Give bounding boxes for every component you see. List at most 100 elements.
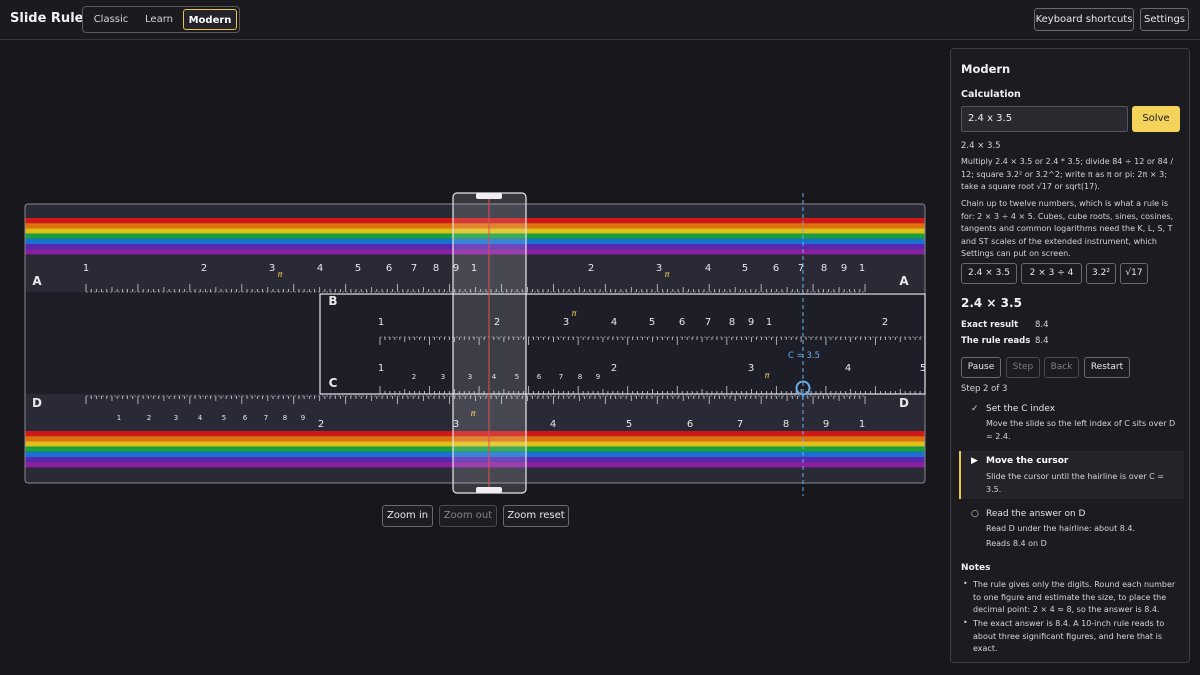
d-scale-label: 9 [823,419,829,430]
exact-result-label: Exact result [961,320,1019,330]
c-scale-label: 2 [611,363,617,374]
step-3-title: Read the answer on D [986,509,1086,519]
pi-mark: π [665,270,670,279]
d-scale-small-label: 7 [264,414,268,422]
c-scale-label: 3 [748,363,754,374]
example-button-multiply[interactable]: 2.4 × 3.5 [961,263,1017,284]
pi-mark: π [278,270,283,279]
result-title: 2.4 × 3.5 [961,296,1022,310]
slide-rule-area: 1 2 3 4 5 6 7 8 9 1 2 3 4 5 6 7 8 9 1 1 2 3 4 5 6 7 8 9 2 3 4 5 6 7 8 9 1 1 2 2… [0,41,945,675]
panel-title: Modern [961,62,1011,76]
b-scale-label: 5 [649,317,655,328]
exact-result-value: 8.4 [1035,320,1049,330]
d-scale-label: 4 [550,419,556,430]
step-button[interactable]: Step [1006,357,1040,378]
d-scale-label: 7 [737,419,743,430]
step-3-description: Read D under the hairline: about 8.4. [986,524,1136,533]
d-scale-label: 6 [687,419,693,430]
d-scale-small-label: 3 [174,414,178,422]
a-scale-label: 7 [411,263,417,274]
scale-label-b: B [328,294,337,308]
back-button[interactable]: Back [1044,357,1079,378]
pi-mark: π [765,371,770,380]
b-scale-label: 1 [766,317,772,328]
c-scale-small-label: 3 [441,373,445,381]
target-marker-label: C = 3.5 [788,351,820,361]
check-icon: ✓ [971,404,979,414]
side-panel: Modern Calculation 2.4 x 3.5 Solve 2.4 ×… [950,48,1190,663]
a-scale-label: 2 [588,263,594,274]
mode-classic[interactable]: Classic [87,9,135,30]
d-scale-small-label: 8 [283,414,287,422]
step-1-title: Set the C index [986,404,1056,414]
d-scale-small-label: 9 [301,414,305,422]
example-button-chain[interactable]: 2 × 3 ÷ 4 [1021,263,1082,284]
scale-label-d: D [32,396,42,410]
d-scale-small-label: 1 [117,414,121,422]
d-scale-small-label: 4 [198,414,203,422]
calculation-label: Calculation [961,89,1021,100]
c-scale-label: 1 [378,363,384,374]
a-scale-label: 3 [656,263,662,274]
rule-reads-value: 8.4 [1035,336,1049,346]
help-text-chain: Chain up to twelve numbers, which is wha… [961,199,1174,259]
a-scale-label: 1 [859,263,865,274]
b-scale-label: 9 [748,317,754,328]
exact-result-row: Exact result 8.4 [961,319,1049,332]
scale-label-a-right: A [899,274,909,288]
scale-label-c: C [329,376,338,390]
rule-reads-label: The rule reads [961,336,1031,346]
zoom-in-button[interactable]: Zoom in [382,505,433,527]
note-1: The rule gives only the digits. Round ea… [973,580,1176,615]
example-button-sqrt[interactable]: √17 [1120,263,1148,284]
zoom-out-button[interactable]: Zoom out [439,505,497,527]
c-scale-small-label: 6 [537,373,542,381]
step-counter: Step 2 of 3 [961,384,1008,394]
a-scale-label: 5 [742,263,748,274]
mode-learn[interactable]: Learn [137,9,181,30]
c-scale-small-label: 8 [578,373,582,381]
zoom-reset-button[interactable]: Zoom reset [503,505,569,527]
b-scale-label: 2 [882,317,888,328]
example-button-square[interactable]: 3.2² [1086,263,1116,284]
rule-reads-row: The rule reads 8.4 [961,335,1049,348]
d-scale-label: 2 [318,419,324,430]
a-scale-label: 2 [201,263,207,274]
keyboard-shortcuts-button[interactable]: Keyboard shortcuts [1034,8,1134,31]
pause-button[interactable]: Pause [961,357,1001,378]
step-3-reading: Reads 8.4 on D [986,539,1047,548]
scale-label-a: A [32,274,42,288]
note-bullet: • [963,618,968,627]
cursor-handle-top [476,193,502,199]
mode-modern[interactable]: Modern [183,9,237,30]
a-scale-label: 9 [841,263,847,274]
a-scale-label: 1 [83,263,89,274]
scale-label-d-right: D [899,396,909,410]
settings-button[interactable]: Settings [1140,8,1189,31]
d-scale-small-label: 5 [222,414,226,422]
parsed-expression: 2.4 × 3.5 [961,141,1001,151]
solve-button[interactable]: Solve [1132,106,1180,132]
d-scale-label: 1 [859,419,865,430]
b-scale-label: 3 [563,317,569,328]
step-2-title: Move the cursor [986,456,1069,466]
a-scale-label: 4 [317,263,323,274]
b-scale-label: 8 [729,317,735,328]
help-text-syntax: Multiply 2.4 × 3.5 or 2.4 * 3.5; divide … [961,157,1174,192]
note-bullet: • [963,579,968,588]
b-scale-label: 4 [611,317,617,328]
mode-switcher: Classic Learn Modern [82,6,240,33]
restart-button[interactable]: Restart [1084,357,1130,378]
b-scale-label: 7 [705,317,711,328]
b-scale-label: 1 [378,317,384,328]
c-scale-small-label: 7 [559,373,563,381]
d-scale-label: 5 [626,419,632,430]
top-bar: Slide Rule Classic Learn Modern Keyboard… [0,0,1200,40]
a-scale-label: 4 [705,263,711,274]
c-scale-small-label: 9 [596,373,600,381]
step-1-description: Move the slide so the left index of C si… [986,419,1176,441]
pi-mark: π [572,309,577,318]
circle-icon: ○ [971,509,979,519]
calculation-input[interactable]: 2.4 x 3.5 [961,106,1128,132]
slide-rule[interactable]: 1 2 3 4 5 6 7 8 9 1 2 3 4 5 6 7 8 9 1 1 2 3 4 5 6 7 8 9 2 3 4 5 6 7 8 9 1 1 2 2… [0,41,945,501]
